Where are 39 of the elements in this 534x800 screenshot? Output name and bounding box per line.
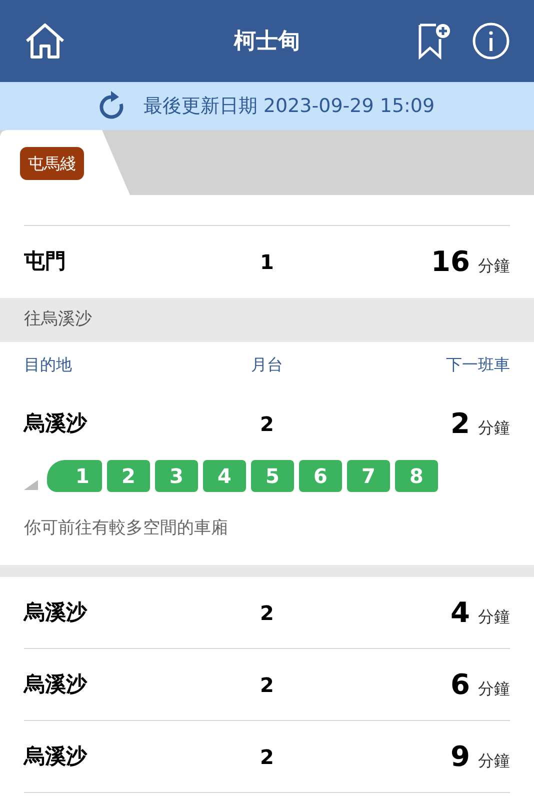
- destination-text: 烏溪沙: [24, 742, 87, 770]
- bookmark-add-icon[interactable]: [416, 21, 452, 61]
- home-icon[interactable]: [24, 21, 66, 61]
- platform-text: 1: [260, 249, 274, 276]
- platform-text: 2: [260, 744, 274, 770]
- train-car: 6: [299, 460, 342, 492]
- column-header: 月台: [251, 354, 283, 376]
- destination-text: 烏溪沙: [24, 410, 87, 438]
- minutes-text: 6: [450, 666, 470, 702]
- destination-text: 烏溪沙: [24, 670, 87, 698]
- header-title: 柯士甸: [234, 28, 300, 56]
- column-header: 下一班車: [446, 354, 510, 376]
- unit-text: 分鐘: [478, 678, 510, 700]
- minutes-text: 2: [450, 406, 470, 442]
- hint-text: 你可前往有較多空間的車廂: [24, 516, 228, 540]
- unit-text: 分鐘: [478, 606, 510, 628]
- train-car: 5: [251, 460, 294, 492]
- train-car: 4: [203, 460, 246, 492]
- train-car: 3: [155, 460, 198, 492]
- platform-text: 2: [260, 411, 274, 438]
- train-car: 1: [47, 460, 102, 492]
- train-car: 2: [107, 460, 150, 492]
- minutes-text: 16: [431, 244, 470, 280]
- destination-text: 屯門: [24, 248, 66, 276]
- platform-text: 2: [260, 600, 274, 626]
- info-icon[interactable]: [472, 22, 510, 60]
- section-title: 往烏溪沙: [24, 308, 92, 332]
- update-text: 最後更新日期 2023-09-29 15:09: [143, 94, 435, 119]
- line-tab[interactable]: 屯馬綫: [20, 147, 84, 180]
- column-header: 目的地: [24, 354, 72, 376]
- unit-text: 分鐘: [478, 255, 510, 277]
- destination-text: 烏溪沙: [24, 598, 87, 626]
- train-car: 7: [347, 460, 390, 492]
- unit-text: 分鐘: [478, 750, 510, 772]
- unit-text: 分鐘: [478, 417, 510, 439]
- minutes-text: 9: [450, 738, 470, 774]
- minutes-text: 4: [450, 594, 470, 630]
- platform-text: 2: [260, 672, 274, 698]
- train-car: 8: [395, 460, 438, 492]
